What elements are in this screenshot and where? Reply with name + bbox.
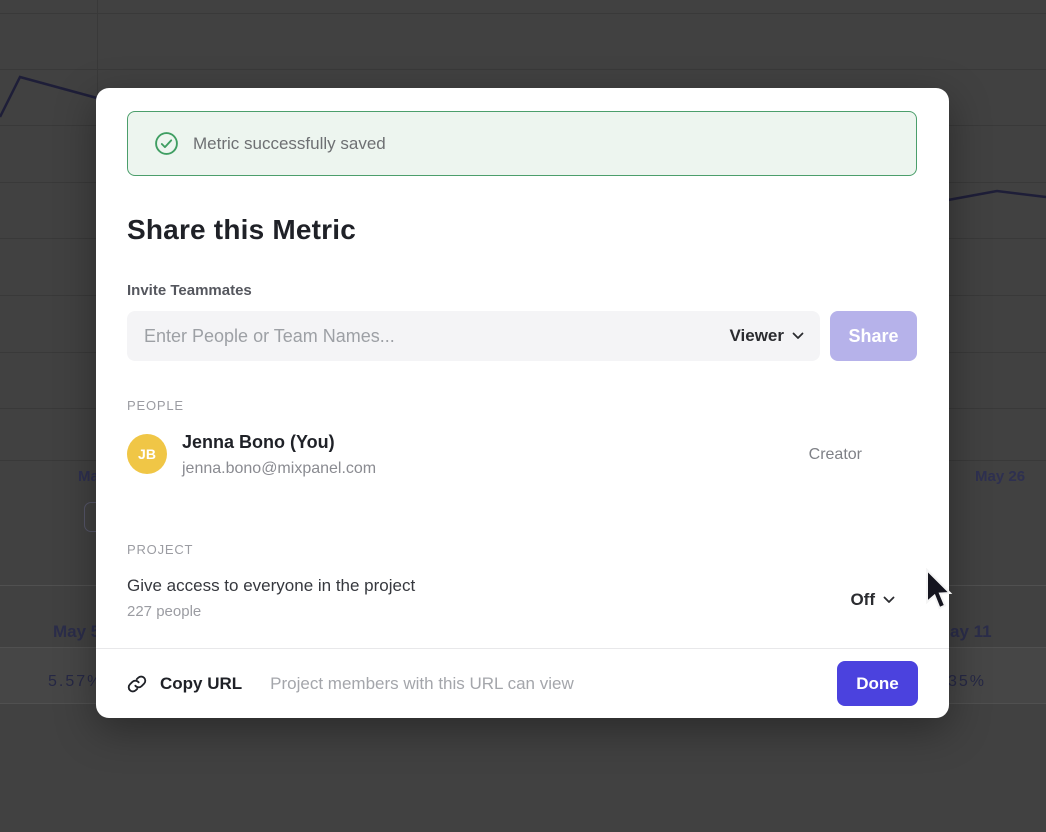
- project-access-title: Give access to everyone in the project: [127, 576, 415, 596]
- person-email: jenna.bono@mixpanel.com: [182, 460, 376, 478]
- invite-input[interactable]: [127, 311, 820, 361]
- person-role: Creator: [809, 446, 862, 464]
- bg-axis-label-right: May 26: [975, 468, 1025, 485]
- copy-url-hint: Project members with this URL can view: [270, 674, 574, 694]
- person-row: JB Jenna Bono (You) jenna.bono@mixpanel.…: [127, 434, 917, 476]
- copy-url-button[interactable]: Copy URL: [160, 674, 242, 694]
- mouse-cursor: [923, 568, 953, 614]
- check-circle-icon: [154, 131, 179, 156]
- modal-footer: Copy URL Project members with this URL c…: [96, 648, 949, 718]
- bg-table-value-right: 35%: [948, 673, 986, 691]
- project-access-dropdown[interactable]: Off: [850, 588, 895, 612]
- done-button[interactable]: Done: [837, 661, 918, 706]
- toast-message: Metric successfully saved: [193, 134, 386, 154]
- link-icon: [127, 674, 147, 694]
- project-access-dropdown-value: Off: [850, 590, 875, 610]
- invite-input-wrap: Viewer: [127, 311, 820, 361]
- project-section-label: PROJECT: [127, 542, 193, 557]
- project-people-count: 227 people: [127, 603, 201, 620]
- people-section-label: PEOPLE: [127, 398, 184, 413]
- person-name: Jenna Bono (You): [182, 432, 335, 453]
- avatar: JB: [127, 434, 167, 474]
- invite-row: Viewer Share: [127, 311, 917, 361]
- success-toast: Metric successfully saved: [127, 111, 917, 176]
- page-title: Share this Metric: [127, 214, 356, 246]
- role-dropdown[interactable]: Viewer: [729, 311, 804, 361]
- bg-table-date-right: ay 11: [950, 622, 992, 642]
- bg-table-date-left: May 5: [53, 622, 100, 642]
- role-dropdown-value: Viewer: [729, 326, 784, 346]
- share-metric-modal: Metric successfully saved Share this Met…: [96, 88, 949, 718]
- invite-teammates-label: Invite Teammates: [127, 282, 252, 299]
- chevron-down-icon: [883, 596, 895, 604]
- share-button[interactable]: Share: [830, 311, 917, 361]
- chevron-down-icon: [792, 332, 804, 340]
